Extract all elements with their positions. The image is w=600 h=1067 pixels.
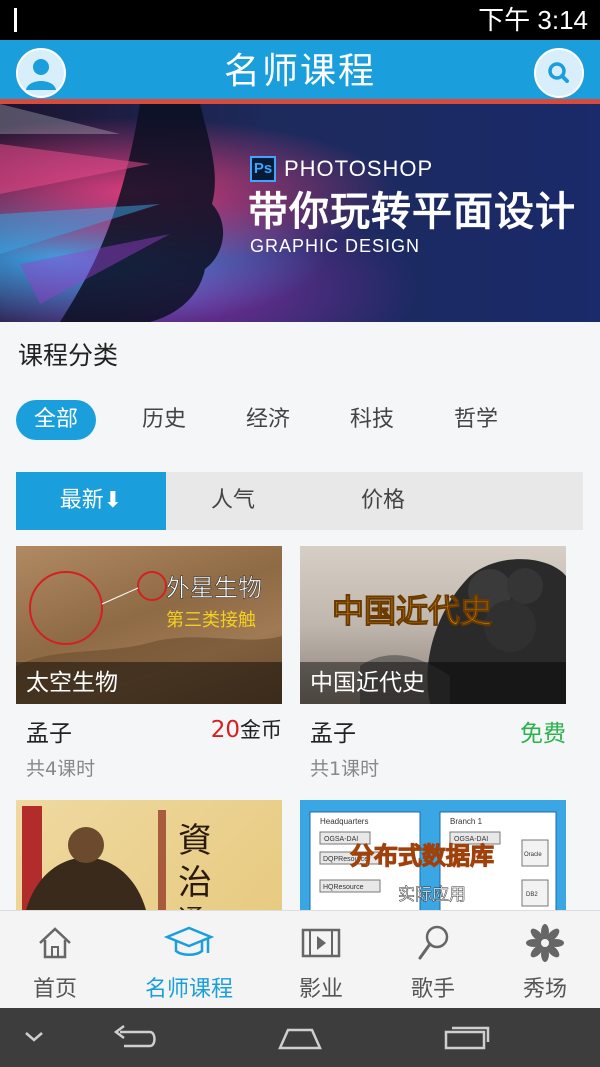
course-thumbnail: 外星生物 第三类接触 太空生物 <box>16 546 282 704</box>
home-outline-icon[interactable] <box>276 1024 324 1052</box>
category-economy[interactable]: 经济 <box>228 400 308 440</box>
nav-label: 歌手 <box>410 977 455 1002</box>
thumbnail-subtitle: 第三类接触 <box>166 610 256 631</box>
thumbnail-subtitle: 实际应用 <box>398 885 466 905</box>
collapse-icon[interactable] <box>22 1024 46 1048</box>
course-teacher: 孟子 <box>26 721 72 747</box>
bottom-nav: 首页 名师课程 影业 歌手 秀场 <box>0 910 600 1008</box>
nav-label: 首页 <box>32 977 77 1002</box>
course-lessons: 共4课时 <box>26 758 96 780</box>
sort-newest-tab[interactable]: 最新⬇ <box>16 472 166 530</box>
category-technology[interactable]: 科技 <box>332 400 412 440</box>
sort-price-tab[interactable]: 价格 <box>316 472 450 530</box>
banner-headline: 带你玩转平面设计 <box>248 189 576 235</box>
notification-indicator <box>14 8 17 32</box>
svg-text:Headquarters: Headquarters <box>320 817 368 826</box>
banner-brand-text: PHOTOSHOP <box>284 156 434 181</box>
photoshop-logo-icon: Ps <box>250 156 276 182</box>
nav-home[interactable]: 首页 <box>0 911 110 1009</box>
sort-bar: 最新⬇ 人气 价格 <box>16 472 583 530</box>
thumbnail-title: 分布式数据库 <box>350 842 494 870</box>
search-button[interactable] <box>534 48 584 98</box>
course-price-free: 免费 <box>520 721 566 747</box>
course-card[interactable]: 資 治 通 <box>16 800 282 910</box>
nav-singer[interactable]: 歌手 <box>378 911 488 1009</box>
course-lessons: 共1课时 <box>310 758 380 780</box>
status-time: 下午 3:14 <box>478 5 588 35</box>
banner-face-art <box>0 104 224 322</box>
nav-film[interactable]: 影业 <box>266 911 376 1009</box>
svg-text:DB2: DB2 <box>526 892 538 898</box>
course-thumbnail: 資 治 通 <box>16 800 282 910</box>
app-bar: 名师课程 <box>0 40 600 104</box>
svg-text:HQResource: HQResource <box>323 884 364 891</box>
category-history[interactable]: 历史 <box>124 400 204 440</box>
category-all[interactable]: 全部 <box>16 400 96 440</box>
nav-label: 秀场 <box>522 977 567 1002</box>
status-bar: 下午 3:14 <box>0 0 600 40</box>
svg-text:治: 治 <box>178 863 212 903</box>
svg-text:Branch 1: Branch 1 <box>450 817 483 826</box>
course-card[interactable]: 中国近代史 中国近代史 孟子 免费 共1课时 <box>300 546 566 786</box>
svg-text:Oracle: Oracle <box>524 852 542 858</box>
graduation-cap-icon <box>164 926 214 956</box>
nav-label: 名师课程 <box>144 977 233 1002</box>
course-caption: 太空生物 <box>16 662 282 704</box>
nav-courses[interactable]: 名师课程 <box>130 911 248 1009</box>
sort-popularity-tab[interactable]: 人气 <box>166 472 300 530</box>
course-price: 20金币 <box>211 714 282 744</box>
photoshop-brand: Ps PHOTOSHOP <box>250 156 433 182</box>
course-teacher: 孟子 <box>310 721 356 747</box>
flower-icon <box>526 924 564 962</box>
price-amount: 20 <box>210 717 240 743</box>
promo-banner[interactable]: Ps PHOTOSHOP 带你玩转平面设计 GRAPHIC DESIGN <box>0 104 600 322</box>
course-caption: 中国近代史 <box>300 662 566 704</box>
home-icon <box>39 927 71 959</box>
recent-apps-icon[interactable] <box>442 1024 492 1052</box>
thumbnail-title: 資 <box>178 821 212 861</box>
course-card[interactable]: Headquarters Branch 1 OGSA-DAI DQPResour… <box>300 800 566 910</box>
book-cover-art: 資 治 通 <box>22 806 212 910</box>
system-nav-bar <box>0 1008 600 1067</box>
search-icon <box>548 62 569 83</box>
course-thumbnail: Headquarters Branch 1 OGSA-DAI DQPResour… <box>300 800 566 910</box>
category-section-title: 课程分类 <box>18 341 119 370</box>
nav-show[interactable]: 秀场 <box>490 911 600 1009</box>
category-philosophy[interactable]: 哲学 <box>436 400 516 440</box>
microphone-icon <box>418 925 449 960</box>
price-unit: 金币 <box>240 718 282 742</box>
film-icon <box>301 928 341 958</box>
thumbnail-title: 中国近代史 <box>332 592 492 630</box>
nav-label: 影业 <box>298 977 343 1002</box>
page-title: 名师课程 <box>223 51 376 92</box>
course-thumbnail: 中国近代史 中国近代史 <box>300 546 566 704</box>
database-diagram-art: Headquarters Branch 1 OGSA-DAI DQPResour… <box>309 811 557 910</box>
banner-subline: GRAPHIC DESIGN <box>250 236 421 256</box>
course-card[interactable]: 外星生物 第三类接触 太空生物 孟子 20金币 共4课时 <box>16 546 282 786</box>
thumbnail-title: 外星生物 <box>166 574 262 602</box>
back-icon[interactable] <box>110 1024 158 1052</box>
